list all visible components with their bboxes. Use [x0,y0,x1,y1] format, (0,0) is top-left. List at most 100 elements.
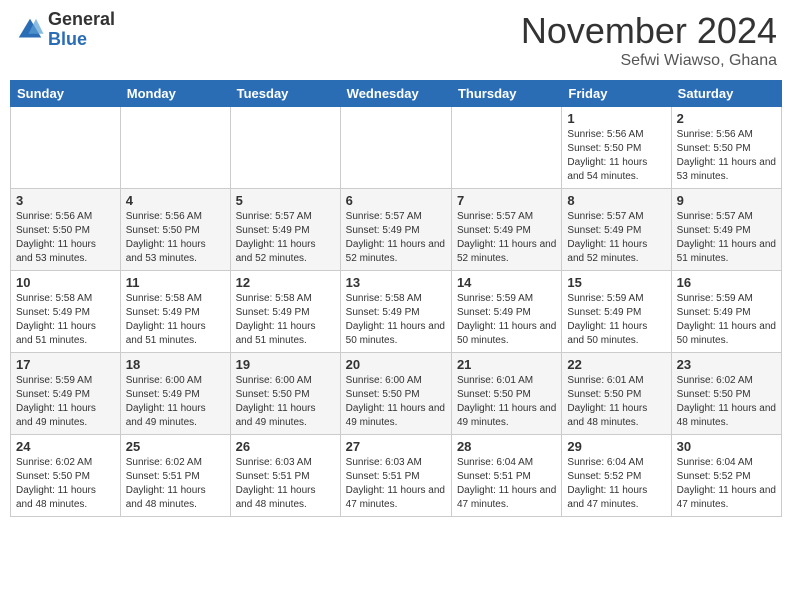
day-info: Sunrise: 5:59 AM Sunset: 5:49 PM Dayligh… [677,292,776,348]
calendar-cell: 6Sunrise: 5:57 AM Sunset: 5:49 PM Daylig… [340,189,451,271]
day-info: Sunrise: 6:02 AM Sunset: 5:50 PM Dayligh… [677,374,776,430]
calendar-cell: 10 Sunrise: 5:58 AM Sunset: 5:49 PM Dayli… [11,271,121,353]
day-info: Sunrise: 5:58 AM Sunset: 5:49 PM Dayligh… [126,292,225,348]
day-info: Sunrise: 5:57 AM Sunset: 5:49 PM Dayligh… [677,210,776,266]
day-number: 23 [677,357,776,372]
calendar-cell: 5Sunrise: 5:57 AM Sunset: 5:49 PM Daylig… [230,189,340,271]
day-number: 18 [126,357,225,372]
day-info: Sunrise: 5:56 AM Sunset: 5:50 PM Dayligh… [567,128,665,184]
day-number: 25 [126,439,225,454]
calendar-cell [451,107,561,189]
calendar-cell [120,107,230,189]
day-number: 24 [16,439,115,454]
calendar-week-2: 10 Sunrise: 5:58 AM Sunset: 5:49 PM Dayli… [11,271,782,353]
calendar-cell: 13Sunrise: 5:58 AM Sunset: 5:49 PM Dayli… [340,271,451,353]
day-number: 2 [677,111,776,126]
logo: General Blue [15,10,115,50]
calendar-cell: 15 Sunrise: 5:59 AM Sunset: 5:49 PM Dayli… [562,271,671,353]
day-info: Sunrise: 6:04 AM Sunset: 5:51 PM Dayligh… [457,456,556,512]
calendar-cell: 16 Sunrise: 5:59 AM Sunset: 5:49 PM Dayli… [671,271,781,353]
day-info: Sunrise: 5:57 AM Sunset: 5:49 PM Dayligh… [346,210,446,266]
calendar-cell [230,107,340,189]
calendar-cell: 18 Sunrise: 6:00 AM Sunset: 5:49 PM Dayli… [120,353,230,435]
day-number: 10 [16,275,115,290]
day-info: Sunrise: 6:04 AM Sunset: 5:52 PM Dayligh… [677,456,776,512]
calendar-cell: 23 Sunrise: 6:02 AM Sunset: 5:50 PM Dayli… [671,353,781,435]
weekday-header-sunday: Sunday [11,81,121,107]
logo-blue: Blue [48,30,115,50]
calendar-cell: 7 Sunrise: 5:57 AM Sunset: 5:49 PM Daylig… [451,189,561,271]
calendar-cell: 22 Sunrise: 6:01 AM Sunset: 5:50 PM Dayli… [562,353,671,435]
calendar-cell: 11 Sunrise: 5:58 AM Sunset: 5:49 PM Dayli… [120,271,230,353]
calendar-week-3: 17Sunrise: 5:59 AM Sunset: 5:49 PM Dayli… [11,353,782,435]
logo-icon [15,15,45,45]
day-number: 26 [236,439,335,454]
day-number: 19 [236,357,335,372]
calendar-week-0: 1Sunrise: 5:56 AM Sunset: 5:50 PM Daylig… [11,107,782,189]
day-info: Sunrise: 5:56 AM Sunset: 5:50 PM Dayligh… [126,210,225,266]
day-number: 12 [236,275,335,290]
day-info: Sunrise: 6:00 AM Sunset: 5:49 PM Dayligh… [126,374,225,430]
day-number: 3 [16,193,115,208]
calendar-cell: 20 Sunrise: 6:00 AM Sunset: 5:50 PM Dayli… [340,353,451,435]
calendar-cell: 30 Sunrise: 6:04 AM Sunset: 5:52 PM Dayli… [671,435,781,517]
calendar-cell: 17Sunrise: 5:59 AM Sunset: 5:49 PM Dayli… [11,353,121,435]
calendar-cell: 3 Sunrise: 5:56 AM Sunset: 5:50 PM Daylig… [11,189,121,271]
day-number: 30 [677,439,776,454]
day-number: 22 [567,357,665,372]
logo-text: General Blue [48,10,115,50]
calendar-cell: 8Sunrise: 5:57 AM Sunset: 5:49 PM Daylig… [562,189,671,271]
calendar-cell: 26Sunrise: 6:03 AM Sunset: 5:51 PM Dayli… [230,435,340,517]
weekday-header-monday: Monday [120,81,230,107]
day-number: 20 [346,357,446,372]
day-number: 29 [567,439,665,454]
weekday-header-row: SundayMondayTuesdayWednesdayThursdayFrid… [11,81,782,107]
calendar-cell: 28Sunrise: 6:04 AM Sunset: 5:51 PM Dayli… [451,435,561,517]
day-info: Sunrise: 5:59 AM Sunset: 5:49 PM Dayligh… [567,292,665,348]
day-info: Sunrise: 5:58 AM Sunset: 5:49 PM Dayligh… [346,292,446,348]
weekday-header-thursday: Thursday [451,81,561,107]
day-info: Sunrise: 6:00 AM Sunset: 5:50 PM Dayligh… [236,374,335,430]
day-info: Sunrise: 6:00 AM Sunset: 5:50 PM Dayligh… [346,374,446,430]
weekday-header-saturday: Saturday [671,81,781,107]
day-info: Sunrise: 5:57 AM Sunset: 5:49 PM Dayligh… [457,210,556,266]
day-number: 16 [677,275,776,290]
day-number: 11 [126,275,225,290]
day-number: 15 [567,275,665,290]
day-number: 14 [457,275,556,290]
calendar-cell [340,107,451,189]
day-info: Sunrise: 5:56 AM Sunset: 5:50 PM Dayligh… [16,210,115,266]
calendar-cell: 14 Sunrise: 5:59 AM Sunset: 5:49 PM Dayli… [451,271,561,353]
day-info: Sunrise: 6:03 AM Sunset: 5:51 PM Dayligh… [346,456,446,512]
day-number: 7 [457,193,556,208]
day-info: Sunrise: 5:58 AM Sunset: 5:49 PM Dayligh… [16,292,115,348]
day-number: 4 [126,193,225,208]
day-number: 27 [346,439,446,454]
title-block: November 2024 Sefwi Wiawso, Ghana [521,10,777,70]
day-info: Sunrise: 5:59 AM Sunset: 5:49 PM Dayligh… [16,374,115,430]
calendar-week-4: 24 Sunrise: 6:02 AM Sunset: 5:50 PM Dayli… [11,435,782,517]
calendar-cell: 2 Sunrise: 5:56 AM Sunset: 5:50 PM Daylig… [671,107,781,189]
day-info: Sunrise: 6:04 AM Sunset: 5:52 PM Dayligh… [567,456,665,512]
calendar-week-1: 3 Sunrise: 5:56 AM Sunset: 5:50 PM Daylig… [11,189,782,271]
day-info: Sunrise: 5:59 AM Sunset: 5:49 PM Dayligh… [457,292,556,348]
calendar-table: SundayMondayTuesdayWednesdayThursdayFrid… [10,80,782,517]
calendar-cell: 27 Sunrise: 6:03 AM Sunset: 5:51 PM Dayli… [340,435,451,517]
day-info: Sunrise: 6:02 AM Sunset: 5:50 PM Dayligh… [16,456,115,512]
day-info: Sunrise: 6:02 AM Sunset: 5:51 PM Dayligh… [126,456,225,512]
day-info: Sunrise: 5:56 AM Sunset: 5:50 PM Dayligh… [677,128,776,184]
day-number: 21 [457,357,556,372]
weekday-header-tuesday: Tuesday [230,81,340,107]
day-number: 8 [567,193,665,208]
day-info: Sunrise: 6:01 AM Sunset: 5:50 PM Dayligh… [567,374,665,430]
day-info: Sunrise: 5:58 AM Sunset: 5:49 PM Dayligh… [236,292,335,348]
weekday-header-wednesday: Wednesday [340,81,451,107]
day-number: 9 [677,193,776,208]
calendar-cell: 4 Sunrise: 5:56 AM Sunset: 5:50 PM Daylig… [120,189,230,271]
day-info: Sunrise: 5:57 AM Sunset: 5:49 PM Dayligh… [236,210,335,266]
calendar-cell: 25 Sunrise: 6:02 AM Sunset: 5:51 PM Dayli… [120,435,230,517]
month-title: November 2024 [521,10,777,52]
day-info: Sunrise: 6:01 AM Sunset: 5:50 PM Dayligh… [457,374,556,430]
calendar-cell: 12 Sunrise: 5:58 AM Sunset: 5:49 PM Dayli… [230,271,340,353]
calendar-cell: 29 Sunrise: 6:04 AM Sunset: 5:52 PM Dayli… [562,435,671,517]
